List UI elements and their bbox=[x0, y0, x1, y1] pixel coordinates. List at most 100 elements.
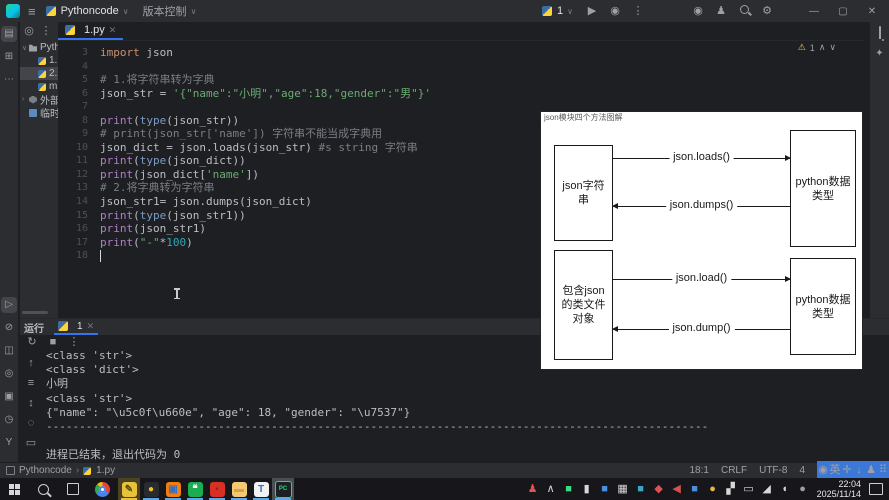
services-icon[interactable]: ⊘ bbox=[1, 320, 17, 336]
pinned-apps: ✎ ● ▣ ❝ ▪ ▬ T PC bbox=[118, 478, 294, 500]
debug-tool-icon[interactable]: ◎ bbox=[1, 366, 17, 382]
project-tree-item[interactable]: 2.py bbox=[20, 67, 58, 80]
more-options-icon[interactable]: ⋮ bbox=[68, 336, 80, 348]
horizontal-scrollbar[interactable] bbox=[22, 311, 48, 314]
ime-board-icon[interactable]: ⠿ bbox=[877, 464, 889, 476]
settings-icon[interactable]: ⚙ bbox=[761, 5, 773, 17]
chrome-icon[interactable] bbox=[95, 481, 110, 497]
app-wechat[interactable]: ❝ bbox=[184, 478, 206, 500]
project-tree-item[interactable]: 1.py bbox=[20, 54, 58, 67]
tab-1py[interactable]: 1.py ✕ bbox=[58, 22, 124, 40]
project-selector[interactable]: Pythoncode ∨ bbox=[45, 5, 129, 17]
python-packages-icon[interactable]: ◫ bbox=[1, 343, 17, 359]
start-button[interactable] bbox=[9, 483, 20, 495]
minimize-button[interactable]: — bbox=[805, 6, 823, 17]
app-notes-icon: ✎ bbox=[121, 481, 137, 497]
code-line[interactable]: 4 bbox=[58, 60, 864, 74]
file-encoding[interactable]: UTF-8 bbox=[759, 465, 787, 476]
breadcrumb-file[interactable]: 1.py bbox=[96, 465, 115, 476]
options-icon[interactable]: ⋮ bbox=[40, 25, 52, 37]
screenrec-icon[interactable]: ◉ bbox=[817, 464, 829, 476]
line-number: 16 bbox=[75, 223, 88, 235]
tray-icon: ♟ bbox=[527, 483, 538, 495]
terminal-icon[interactable]: ▣ bbox=[1, 389, 17, 405]
app-docs[interactable]: T bbox=[250, 478, 272, 500]
code-line[interactable]: 3 import json bbox=[58, 46, 864, 60]
problems-icon[interactable]: ◷ bbox=[1, 412, 17, 428]
arrow-load: json.load() bbox=[613, 272, 791, 284]
clear-icon[interactable]: ▭ bbox=[25, 437, 37, 449]
tray-icon: ◢ bbox=[762, 483, 771, 495]
diagram-box-json-string: json字符串 bbox=[554, 145, 613, 241]
run-configuration[interactable]: 1 ∨ bbox=[542, 5, 573, 17]
cursor-position[interactable]: 18:1 bbox=[690, 465, 709, 476]
ime-download-icon[interactable]: ↓ bbox=[853, 464, 865, 476]
ai-assistant-icon[interactable]: ✦ bbox=[874, 48, 886, 60]
close-tab-icon[interactable]: ✕ bbox=[109, 25, 117, 36]
ime-lang-indicator[interactable]: 英 bbox=[829, 464, 841, 476]
tray-icon: ◀ bbox=[672, 483, 681, 495]
taskbar-clock[interactable]: 22:04 2025/11/14 bbox=[817, 479, 861, 499]
run-tab[interactable]: 1 ✕ bbox=[54, 319, 99, 335]
breadcrumb-file-icon bbox=[83, 466, 92, 475]
close-button[interactable]: ✕ bbox=[863, 6, 881, 17]
diagram-title: json模块四个方法图解 bbox=[544, 113, 623, 122]
app-explorer-icon: ▬ bbox=[231, 481, 247, 497]
app-explorer[interactable]: ▬ bbox=[228, 478, 250, 500]
scroll-top-icon[interactable]: ↑ bbox=[25, 357, 37, 369]
run-tool-icon[interactable]: ▷ bbox=[1, 297, 17, 313]
add-user-icon[interactable]: ♟ bbox=[715, 5, 727, 17]
pycharm-logo-icon bbox=[6, 4, 20, 18]
record-icon[interactable]: ◉ bbox=[692, 5, 704, 17]
close-run-tab-icon[interactable]: ✕ bbox=[87, 321, 95, 332]
tray-icon: ■ bbox=[637, 483, 644, 495]
windows-taskbar: ✎ ● ▣ ❝ ▪ ▬ T PC ♟ ∧ ■ ▮ ■ ▦ ■ ◆ ◀ ■ ● ▞ ▭ ◢ ◖ ● 22:04 2025/11… bbox=[0, 478, 889, 500]
stop-icon[interactable]: ■ bbox=[47, 336, 59, 348]
search-icon[interactable] bbox=[738, 5, 750, 17]
breadcrumb-project[interactable]: Pythoncode bbox=[19, 465, 72, 476]
ime-toolbar[interactable]: ◉ 英 ✛ ↓ ♟ ⠿ bbox=[817, 461, 889, 478]
code-line[interactable]: 6 json_str = '{"name":"小明","age":18,"gend… bbox=[58, 87, 864, 101]
notifications-icon[interactable] bbox=[874, 26, 886, 39]
mouse-cursor bbox=[174, 288, 180, 299]
vcs-widget[interactable]: 版本控制 ∨ bbox=[143, 3, 197, 19]
project-icon[interactable]: ▤ bbox=[1, 26, 17, 42]
breadcrumb-root-icon bbox=[6, 466, 15, 475]
more-tools-icon[interactable]: ⋯ bbox=[1, 72, 17, 88]
project-tree-item[interactable]: ∨Pythoncode bbox=[20, 41, 58, 54]
ime-user-icon[interactable]: ♟ bbox=[865, 464, 877, 476]
version-control-icon[interactable]: Y bbox=[1, 435, 17, 451]
main-menu-icon[interactable]: ≡ bbox=[28, 4, 36, 19]
project-tree-item[interactable]: 临时文... bbox=[20, 106, 58, 119]
scroll-end-icon[interactable]: ↕ bbox=[25, 397, 37, 409]
indent-size[interactable]: 4 bbox=[799, 465, 805, 476]
tray-icon: ■ bbox=[691, 483, 698, 495]
rerun-icon[interactable]: ↻ bbox=[26, 336, 38, 348]
app-pycharm[interactable]: PC bbox=[272, 478, 294, 500]
action-center-icon[interactable] bbox=[869, 483, 883, 495]
diagram-box-json-file: 包含json的类文件对象 bbox=[554, 250, 613, 360]
chevron-down-icon: ∨ bbox=[567, 6, 573, 16]
maximize-button[interactable]: ▢ bbox=[834, 6, 852, 17]
line-ending[interactable]: CRLF bbox=[721, 465, 747, 476]
print-icon[interactable]: ◌ bbox=[25, 417, 37, 429]
soft-wrap-icon[interactable]: ≡ bbox=[25, 377, 37, 389]
locate-file-icon[interactable]: ◎ bbox=[23, 25, 35, 37]
task-view-icon[interactable] bbox=[67, 483, 79, 495]
ime-tool-icon[interactable]: ✛ bbox=[841, 464, 853, 476]
app-red[interactable]: ▪ bbox=[206, 478, 228, 500]
more-actions-icon[interactable]: ⋮ bbox=[632, 5, 644, 17]
taskbar-search-icon[interactable] bbox=[38, 483, 49, 495]
debug-button[interactable]: ◉ bbox=[609, 5, 621, 17]
python-file-icon bbox=[65, 25, 75, 35]
run-button[interactable]: ▶ bbox=[586, 5, 598, 17]
app-notes[interactable]: ✎ bbox=[118, 478, 140, 500]
commit-icon[interactable]: ⊞ bbox=[1, 49, 17, 65]
project-tree-item[interactable]: mu bbox=[20, 80, 58, 93]
app-ide[interactable]: ▣ bbox=[162, 478, 184, 500]
app-music[interactable]: ● bbox=[140, 478, 162, 500]
tray-icon: ▦ bbox=[617, 483, 628, 495]
run-tab-label: 1 bbox=[77, 320, 83, 332]
project-tree-item[interactable]: ›外部库 bbox=[20, 93, 58, 106]
code-line[interactable]: 5 # 1.将字符串转为字典 bbox=[58, 73, 864, 87]
